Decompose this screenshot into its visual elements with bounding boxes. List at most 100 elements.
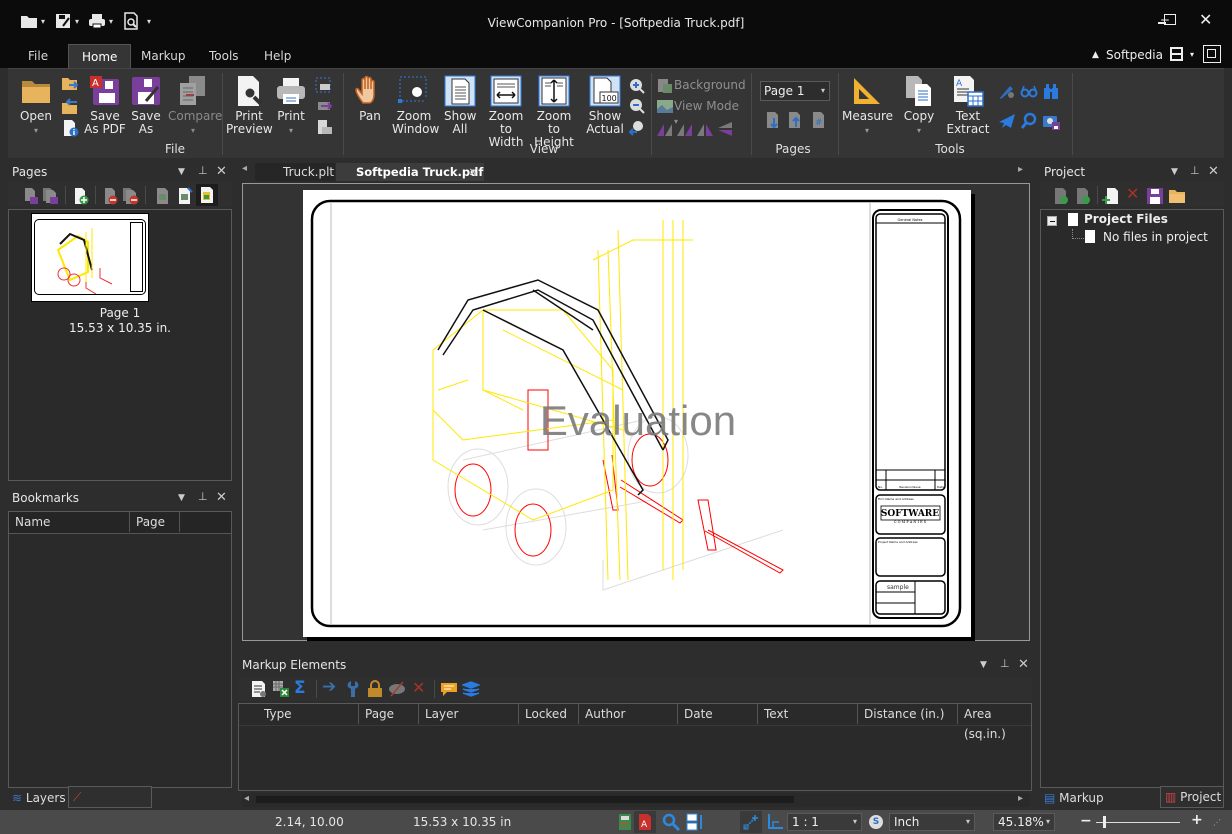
column-header-empty[interactable] xyxy=(180,512,231,532)
rotate-right-icon[interactable] xyxy=(676,120,694,138)
magnifier-icon[interactable] xyxy=(662,813,680,831)
open-project-icon[interactable] xyxy=(1168,187,1186,205)
scrollbar-thumb[interactable] xyxy=(256,796,794,803)
maximize-icon[interactable] xyxy=(1164,14,1176,25)
drawing-page[interactable]: General Notes No. Revision/Issue Date Fi… xyxy=(303,190,971,637)
save-pages-icon[interactable] xyxy=(42,187,60,205)
text-extract-button[interactable]: A Text Extract xyxy=(944,75,992,136)
layers-icon[interactable] xyxy=(462,680,480,698)
markup-properties-icon[interactable] xyxy=(250,680,268,698)
zoom-to-height-button[interactable]: Zoom to Height xyxy=(530,75,578,149)
project-panel-menu-icon[interactable]: ▼ xyxy=(1171,167,1178,177)
tab-bookmarks[interactable]: ⟋ Bookmarks xyxy=(68,786,152,824)
bookmarks-panel-close-icon[interactable]: ✕ xyxy=(216,490,227,505)
close-tab-icon[interactable]: ✕ xyxy=(468,163,478,181)
close-icon[interactable]: ✕ xyxy=(1199,10,1212,29)
save-project-icon[interactable] xyxy=(1146,187,1164,205)
doc-tab-softpedia-truck-pdf[interactable]: Softpedia Truck.pdf ✕ xyxy=(336,163,484,181)
open-button[interactable]: Open ▾ xyxy=(16,75,56,137)
zoom-to-width-button[interactable]: Zoom to Width xyxy=(482,75,530,149)
show-actual-button[interactable]: 100 Show Actual xyxy=(580,75,630,136)
save-as-pdf-button[interactable]: A Save As PDF xyxy=(84,75,126,136)
ortho-icon[interactable] xyxy=(766,813,784,831)
bookmarks-panel-menu-icon[interactable]: ▼ xyxy=(178,493,185,503)
zoom-select[interactable]: 45.18% ▾ xyxy=(993,813,1055,831)
column-header-page[interactable]: Page xyxy=(130,512,180,532)
print-pages-icon[interactable] xyxy=(315,119,333,137)
user-name[interactable]: Softpedia xyxy=(1106,48,1163,62)
markup-panel-menu-icon[interactable]: ▼ xyxy=(980,660,987,670)
tab-project[interactable]: ▥ Project xyxy=(1160,786,1224,808)
print-area-icon[interactable] xyxy=(315,77,333,95)
zoom-out-button[interactable]: − xyxy=(1080,813,1092,829)
next-page-icon[interactable] xyxy=(764,111,782,129)
pdf-mode-button[interactable]: A xyxy=(634,811,656,833)
close-file-icon[interactable] xyxy=(61,97,79,115)
hide-icon[interactable] xyxy=(388,680,406,698)
snapshot-save-icon[interactable] xyxy=(1042,112,1060,130)
measure-button[interactable]: Measure ▾ xyxy=(842,75,893,137)
copy-button[interactable]: Copy ▾ xyxy=(902,75,936,137)
scale-settings-icon[interactable]: S xyxy=(869,815,883,829)
zoom-in-button[interactable]: + xyxy=(1191,812,1203,828)
fit-height-icon[interactable] xyxy=(686,813,704,831)
column-header-name[interactable]: Name xyxy=(9,512,130,532)
zoom-window-button[interactable]: Zoom Window xyxy=(392,75,439,136)
fullscreen-icon[interactable] xyxy=(1203,45,1221,63)
background-icon[interactable] xyxy=(656,77,674,95)
tab-file[interactable]: File xyxy=(15,44,61,68)
scroll-left-icon[interactable]: ◂ xyxy=(244,793,249,804)
page-image-icon[interactable] xyxy=(154,187,172,205)
go-to-page-icon[interactable]: # xyxy=(810,111,828,129)
page-thumbnail[interactable] xyxy=(31,213,149,302)
zoom-previous-icon[interactable] xyxy=(628,119,646,137)
remove-file-icon[interactable]: ✕ xyxy=(1126,184,1139,203)
open-recent-icon[interactable] xyxy=(61,75,79,93)
collapse-ribbon-icon[interactable]: ▲ xyxy=(1092,50,1099,60)
search-icon[interactable] xyxy=(1020,112,1038,130)
airplane-icon[interactable] xyxy=(998,112,1016,130)
column-header-type[interactable]: Type xyxy=(239,704,359,724)
comment-icon[interactable] xyxy=(440,680,458,698)
bookmarks-panel-pin-icon[interactable]: ⊥ xyxy=(198,490,208,503)
pages-panel-menu-icon[interactable]: ▼ xyxy=(178,167,185,177)
delete-markup-icon[interactable]: ✕ xyxy=(412,678,425,697)
doc-tab-truck-plt[interactable]: Truck.plt xyxy=(255,163,335,181)
glasses-icon[interactable] xyxy=(1020,82,1038,100)
column-header-page[interactable]: Page xyxy=(359,704,419,724)
rotate-left-icon[interactable] xyxy=(656,120,674,138)
markup-panel-pin-icon[interactable]: ⊥ xyxy=(1000,657,1010,670)
binoculars-icon[interactable] xyxy=(1042,82,1060,100)
file-info-icon[interactable] xyxy=(61,119,79,137)
view-mode-icon[interactable] xyxy=(656,98,674,116)
column-header-author[interactable]: Author xyxy=(579,704,678,724)
tabs-scroll-right-icon[interactable]: ▸ xyxy=(1018,164,1023,175)
flip-vertical-icon[interactable] xyxy=(716,120,734,138)
add-file-icon[interactable] xyxy=(1102,187,1120,205)
collapse-node-icon[interactable] xyxy=(1047,216,1057,226)
page-export-icon[interactable] xyxy=(176,187,194,205)
lock-icon[interactable] xyxy=(366,680,384,698)
previous-page-icon[interactable] xyxy=(786,111,804,129)
page-select[interactable]: Page 1 ▾ xyxy=(760,81,830,101)
column-header-layer[interactable]: Layer xyxy=(419,704,519,724)
zoom-slider-thumb[interactable] xyxy=(1102,816,1106,828)
save-as-button[interactable]: Save As xyxy=(128,75,164,136)
tab-markup-properties[interactable]: ▤ Markup Properties xyxy=(1040,788,1158,825)
layout-dropdown-caret[interactable]: ▾ xyxy=(1190,50,1194,59)
pages-panel-close-icon[interactable]: ✕ xyxy=(216,164,227,179)
column-header-date[interactable]: Date xyxy=(678,704,758,724)
print-preview-button[interactable]: Print Preview xyxy=(226,75,273,136)
zoom-slider-track[interactable] xyxy=(1096,822,1180,823)
zoom-in-icon[interactable] xyxy=(628,77,646,95)
pages-panel-pin-icon[interactable]: ⊥ xyxy=(198,164,208,177)
go-to-markup-icon[interactable]: ➔ xyxy=(322,677,336,697)
tree-node-no-files[interactable]: No files in project xyxy=(1103,230,1208,244)
scroll-right-icon[interactable]: ▸ xyxy=(1018,793,1023,804)
import-file-icon[interactable] xyxy=(1052,187,1070,205)
add-page-icon[interactable] xyxy=(72,187,90,205)
calculator-icon[interactable] xyxy=(616,813,634,831)
delete-pages-icon[interactable] xyxy=(122,187,140,205)
page-thumbnail-view-button[interactable] xyxy=(196,184,218,206)
column-header-distance[interactable]: Distance (in.) xyxy=(858,704,958,724)
